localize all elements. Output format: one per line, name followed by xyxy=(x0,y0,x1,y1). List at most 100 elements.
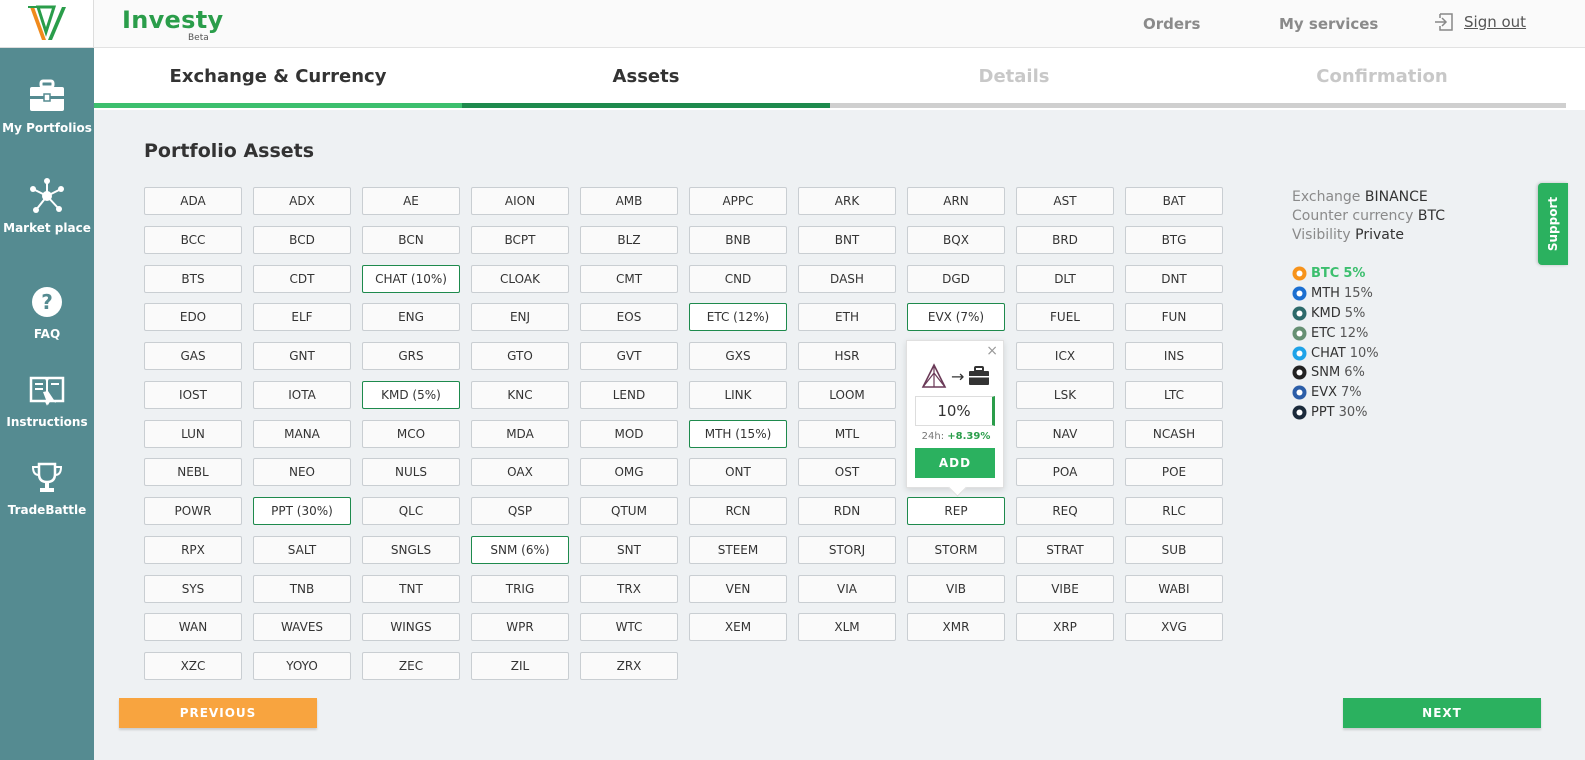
asset-button[interactable]: GNT xyxy=(253,342,351,370)
asset-button[interactable]: CMT xyxy=(580,264,678,293)
asset-button[interactable]: WABI xyxy=(1125,574,1223,603)
asset-button[interactable]: XEM xyxy=(689,613,787,642)
asset-button[interactable]: DLT xyxy=(1016,264,1114,293)
asset-button[interactable]: BCD xyxy=(253,225,351,254)
asset-button[interactable]: LEND xyxy=(580,380,678,409)
asset-button[interactable]: BTG xyxy=(1125,225,1223,254)
asset-button[interactable]: HSR xyxy=(798,342,896,370)
asset-button[interactable]: TRIG xyxy=(471,574,569,603)
asset-button[interactable]: APPC xyxy=(689,187,787,215)
asset-button[interactable]: QLC xyxy=(362,497,460,525)
step-assets[interactable]: Assets xyxy=(462,48,830,110)
asset-button[interactable]: RDN xyxy=(798,497,896,525)
asset-button[interactable]: NEBL xyxy=(144,458,242,487)
asset-button[interactable]: AMB xyxy=(580,187,678,215)
asset-button[interactable]: CND xyxy=(689,264,787,293)
asset-button[interactable]: DASH xyxy=(798,264,896,293)
asset-button[interactable]: BNB xyxy=(689,225,787,254)
asset-button[interactable]: LINK xyxy=(689,380,787,409)
asset-button[interactable]: STRAT xyxy=(1016,535,1114,564)
asset-button[interactable]: EOS xyxy=(580,303,678,332)
asset-button[interactable]: BCN xyxy=(362,225,460,254)
asset-button[interactable]: EDO xyxy=(144,303,242,332)
asset-button[interactable]: GRS xyxy=(362,342,460,370)
asset-button[interactable]: XRP xyxy=(1016,613,1114,642)
asset-button[interactable]: RPX xyxy=(144,535,242,564)
asset-button[interactable]: DNT xyxy=(1125,264,1223,293)
asset-button[interactable]: SYS xyxy=(144,574,242,603)
asset-button[interactable]: GTO xyxy=(471,342,569,370)
previous-button[interactable]: PREVIOUS xyxy=(119,698,317,728)
asset-button[interactable]: LOOM xyxy=(798,380,896,409)
asset-button[interactable]: ZRX xyxy=(580,652,678,680)
asset-button[interactable]: ZIL xyxy=(471,652,569,680)
asset-button[interactable]: NCASH xyxy=(1125,419,1223,448)
logo[interactable] xyxy=(0,0,94,48)
asset-button[interactable]: DGD xyxy=(907,264,1005,293)
asset-button[interactable]: XZC xyxy=(144,652,242,680)
asset-button[interactable]: CLOAK xyxy=(471,264,569,293)
asset-button[interactable]: WAN xyxy=(144,613,242,642)
asset-button[interactable]: ETC (12%) xyxy=(689,303,787,332)
percentage-input[interactable] xyxy=(915,396,995,426)
asset-button[interactable]: MTH (15%) xyxy=(689,419,787,448)
my-services-link[interactable]: My services xyxy=(1279,15,1378,33)
asset-button[interactable]: YOYO xyxy=(253,652,351,680)
asset-button[interactable]: ADA xyxy=(144,187,242,215)
asset-button[interactable]: WPR xyxy=(471,613,569,642)
asset-button[interactable]: REP xyxy=(907,497,1005,525)
sidebar-item-instructions[interactable]: Instructions xyxy=(0,370,94,430)
sidebar-item-faq[interactable]: ? FAQ xyxy=(0,282,94,342)
asset-button[interactable]: TNB xyxy=(253,574,351,603)
asset-button[interactable]: INS xyxy=(1125,342,1223,370)
asset-button[interactable]: RLC xyxy=(1125,497,1223,525)
step-confirmation[interactable]: Confirmation xyxy=(1198,48,1566,110)
asset-button[interactable]: AION xyxy=(471,187,569,215)
asset-button[interactable]: BQX xyxy=(907,225,1005,254)
brand[interactable]: Investy Beta xyxy=(122,6,223,43)
asset-button[interactable]: ARN xyxy=(907,187,1005,215)
asset-button[interactable]: STORJ xyxy=(798,535,896,564)
asset-button[interactable]: NEO xyxy=(253,458,351,487)
asset-button[interactable]: WTC xyxy=(580,613,678,642)
asset-button[interactable]: POWR xyxy=(144,497,242,525)
asset-button[interactable]: LTC xyxy=(1125,380,1223,409)
asset-button[interactable]: EVX (7%) xyxy=(907,303,1005,332)
asset-button[interactable]: ENJ xyxy=(471,303,569,332)
asset-button[interactable]: VEN xyxy=(689,574,787,603)
asset-button[interactable]: KMD (5%) xyxy=(362,380,460,409)
asset-button[interactable]: SNGLS xyxy=(362,535,460,564)
asset-button[interactable]: VIBE xyxy=(1016,574,1114,603)
asset-button[interactable]: NAV xyxy=(1016,419,1114,448)
asset-button[interactable]: SALT xyxy=(253,535,351,564)
asset-button[interactable]: ZEC xyxy=(362,652,460,680)
asset-button[interactable]: GAS xyxy=(144,342,242,370)
asset-button[interactable]: MCO xyxy=(362,419,460,448)
asset-button[interactable]: IOST xyxy=(144,380,242,409)
asset-button[interactable]: LUN xyxy=(144,419,242,448)
next-button[interactable]: NEXT xyxy=(1343,698,1541,728)
support-tab[interactable]: Support xyxy=(1538,183,1568,265)
asset-button[interactable]: ADX xyxy=(253,187,351,215)
sidebar-item-tradebattle[interactable]: TradeBattle xyxy=(0,458,94,518)
asset-button[interactable]: ENG xyxy=(362,303,460,332)
orders-link[interactable]: Orders xyxy=(1143,15,1200,33)
asset-button[interactable]: FUEL xyxy=(1016,303,1114,332)
asset-button[interactable]: FUN xyxy=(1125,303,1223,332)
asset-button[interactable]: WINGS xyxy=(362,613,460,642)
asset-button[interactable]: XMR xyxy=(907,613,1005,642)
asset-button[interactable]: ELF xyxy=(253,303,351,332)
asset-button[interactable]: MDA xyxy=(471,419,569,448)
asset-button[interactable]: BNT xyxy=(798,225,896,254)
asset-button[interactable]: PPT (30%) xyxy=(253,497,351,525)
asset-button[interactable]: QTUM xyxy=(580,497,678,525)
asset-button[interactable]: OMG xyxy=(580,458,678,487)
asset-button[interactable]: XLM xyxy=(798,613,896,642)
asset-button[interactable]: ETH xyxy=(798,303,896,332)
asset-button[interactable]: IOTA xyxy=(253,380,351,409)
step-exchange-currency[interactable]: Exchange & Currency xyxy=(94,48,462,110)
asset-button[interactable]: KNC xyxy=(471,380,569,409)
asset-button[interactable]: NULS xyxy=(362,458,460,487)
asset-button[interactable]: ICX xyxy=(1016,342,1114,370)
asset-button[interactable]: AST xyxy=(1016,187,1114,215)
